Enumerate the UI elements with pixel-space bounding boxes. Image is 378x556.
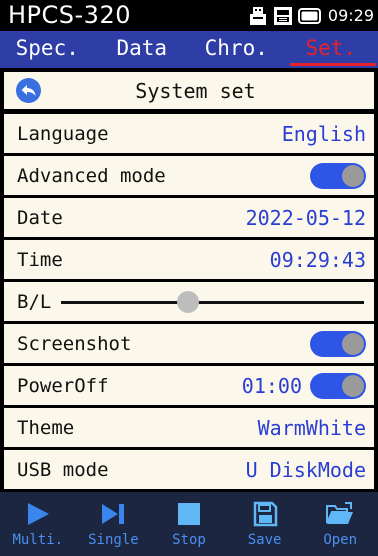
usb-mode-row[interactable]: USB mode U DiskMode: [4, 450, 374, 489]
theme-label: Theme: [17, 416, 75, 439]
tab-settings[interactable]: Set.: [284, 31, 378, 68]
single-label: Single: [88, 532, 139, 548]
date-label: Date: [17, 206, 63, 229]
stop-icon: [177, 503, 200, 525]
backlight-slider[interactable]: [61, 290, 364, 313]
open-button[interactable]: Open: [302, 492, 378, 556]
screenshot-row[interactable]: Screenshot: [4, 324, 374, 363]
back-button[interactable]: [16, 78, 41, 103]
device-name: HPCS-320: [8, 1, 131, 29]
folder-open-icon: [326, 502, 354, 524]
battery-icon: [297, 7, 322, 25]
advanced-mode-toggle[interactable]: [310, 162, 366, 189]
poweroff-row[interactable]: PowerOff 01:00: [4, 366, 374, 405]
time-label: Time: [17, 248, 63, 271]
poweroff-toggle[interactable]: [310, 372, 366, 399]
back-arrow-icon: [21, 85, 36, 96]
clock: 09:29: [327, 6, 374, 25]
status-icons: 09:29: [248, 0, 374, 31]
toggle-knob: [342, 332, 364, 355]
backlight-row: B/L: [4, 282, 374, 321]
poweroff-value[interactable]: 01:00: [242, 374, 302, 398]
save-button[interactable]: Save: [227, 492, 303, 556]
tab-bar: Spec. Data Chro. Set.: [0, 31, 378, 68]
page-title: System set: [135, 78, 256, 103]
date-row[interactable]: Date 2022-05-12: [4, 198, 374, 237]
bottom-toolbar: Multi. Single Stop Save Open: [0, 492, 378, 556]
time-row[interactable]: Time 09:29:43: [4, 240, 374, 279]
language-label: Language: [17, 122, 109, 145]
toggle-knob: [342, 164, 364, 187]
language-value[interactable]: English: [282, 122, 366, 146]
tab-spec[interactable]: Spec.: [0, 31, 95, 68]
toggle-knob: [342, 374, 364, 397]
backlight-label: B/L: [17, 290, 52, 313]
slider-track: [61, 300, 364, 304]
advanced-mode-row[interactable]: Advanced mode: [4, 156, 374, 195]
save-label: Save: [247, 532, 282, 548]
stop-button[interactable]: Stop: [151, 492, 227, 556]
stop-label: Stop: [172, 532, 206, 548]
usb-icon: [248, 6, 268, 26]
save-icon: [253, 501, 277, 527]
open-label: Open: [323, 532, 358, 548]
single-button[interactable]: Single: [76, 492, 152, 556]
tab-chro[interactable]: Chro.: [189, 31, 284, 68]
theme-row[interactable]: Theme WarmWhite: [4, 408, 374, 447]
screenshot-toggle[interactable]: [310, 330, 366, 357]
slider-thumb[interactable]: [177, 290, 200, 313]
language-row[interactable]: Language English: [4, 114, 374, 153]
poweroff-label: PowerOff: [17, 374, 109, 397]
time-value[interactable]: 09:29:43: [270, 248, 366, 272]
play-icon: [27, 503, 49, 525]
usb-mode-value[interactable]: U DiskMode: [246, 458, 366, 482]
panel-header: System set: [4, 72, 374, 109]
multi-label: Multi.: [12, 532, 64, 548]
multi-button[interactable]: Multi.: [0, 492, 76, 556]
usb-mode-label: USB mode: [17, 458, 109, 481]
tab-data[interactable]: Data: [95, 31, 190, 68]
status-bar: HPCS-320 09:29: [0, 0, 378, 31]
screenshot-label: Screenshot: [17, 332, 132, 355]
advanced-mode-label: Advanced mode: [17, 164, 166, 187]
date-value[interactable]: 2022-05-12: [246, 206, 366, 230]
storage-icon: [273, 6, 293, 26]
theme-value[interactable]: WarmWhite: [258, 416, 366, 440]
step-forward-icon: [102, 504, 125, 524]
settings-panel: System set Language English Advanced mod…: [0, 68, 378, 492]
